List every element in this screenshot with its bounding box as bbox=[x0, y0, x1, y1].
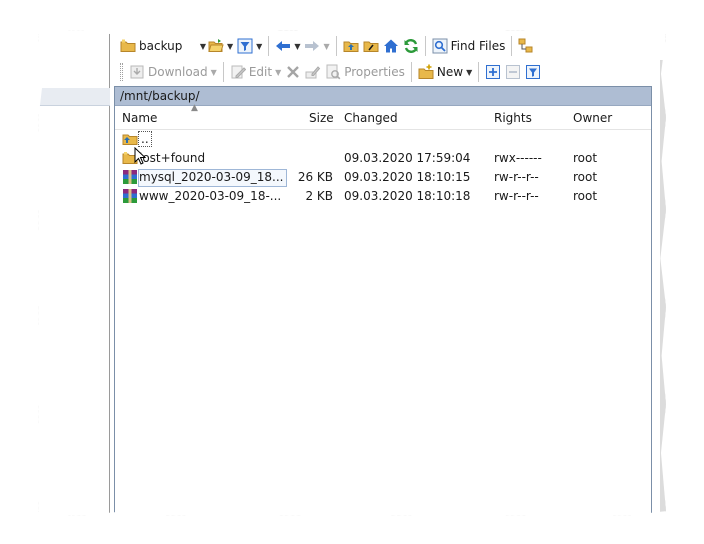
file-rights: rw-r--r-- bbox=[494, 189, 539, 203]
tree-view-button[interactable] bbox=[516, 35, 536, 57]
mouse-cursor-icon bbox=[134, 146, 147, 168]
local-pane-path-bar bbox=[38, 88, 110, 106]
delete-button[interactable] bbox=[283, 61, 303, 83]
path-combo[interactable]: backup ▼ bbox=[118, 36, 206, 56]
chevron-down-icon[interactable]: ▼ bbox=[466, 68, 472, 77]
archive-icon bbox=[122, 188, 138, 204]
toolbar-separator bbox=[511, 36, 513, 56]
parent-directory-button[interactable] bbox=[341, 35, 361, 57]
toolbar-grip[interactable] bbox=[120, 63, 123, 81]
toolbar-separator bbox=[222, 62, 224, 82]
file-name: .. bbox=[138, 131, 152, 147]
column-header-owner[interactable]: Owner bbox=[573, 111, 612, 125]
file-name: www_2020-03-09_18-... bbox=[139, 189, 282, 203]
properties-button[interactable]: Properties bbox=[323, 61, 407, 83]
chevron-down-icon[interactable]: ▼ bbox=[227, 42, 233, 51]
chevron-down-icon[interactable]: ▼ bbox=[256, 42, 262, 51]
path-combo-label: backup bbox=[139, 39, 183, 53]
edit-icon bbox=[230, 64, 246, 80]
new-button[interactable]: New ▼ bbox=[416, 61, 474, 83]
window-frame: backup ▼ ▼ ▼ ▼ ▼ Find Files Download ▼ E… bbox=[38, 30, 666, 516]
table-row[interactable]: mysql_2020-03-09_18... 26 KB 09.03.2020 … bbox=[115, 168, 651, 187]
sort-ascending-icon: ▲ bbox=[191, 103, 198, 113]
file-rights: rwx------ bbox=[494, 151, 542, 165]
back-button[interactable]: ▼ bbox=[273, 35, 302, 57]
new-folder-icon bbox=[418, 64, 434, 80]
file-rights: rw-r--r-- bbox=[494, 170, 539, 184]
refresh-button[interactable] bbox=[401, 35, 421, 57]
edit-label: Edit bbox=[248, 65, 273, 79]
minus-box-icon bbox=[505, 64, 521, 80]
delete-icon bbox=[285, 64, 301, 80]
rename-button[interactable] bbox=[303, 61, 323, 83]
table-row[interactable]: lost+found 09.03.2020 17:59:04 rwx------… bbox=[115, 149, 651, 168]
unselect-files-button[interactable] bbox=[503, 61, 523, 83]
toolbar-separator bbox=[478, 62, 480, 82]
home-icon bbox=[383, 38, 399, 54]
rename-icon bbox=[305, 64, 321, 80]
file-size: 2 KB bbox=[305, 189, 333, 203]
local-pane bbox=[38, 30, 110, 516]
file-name: lost+found bbox=[139, 151, 206, 165]
toolbar-separator bbox=[410, 62, 412, 82]
file-name: mysql_2020-03-09_18... bbox=[138, 169, 288, 187]
file-owner: root bbox=[573, 189, 598, 203]
parent-folder-icon bbox=[122, 131, 138, 147]
chevron-down-icon[interactable]: ▼ bbox=[323, 42, 329, 51]
filter-icon bbox=[237, 38, 253, 54]
edit-button[interactable]: Edit ▼ bbox=[228, 61, 283, 83]
file-changed: 09.03.2020 18:10:15 bbox=[344, 170, 471, 184]
find-files-button[interactable]: Find Files bbox=[430, 35, 508, 57]
toolbar-separator bbox=[268, 36, 270, 56]
download-button[interactable]: Download ▼ bbox=[127, 61, 219, 83]
filter-button[interactable]: ▼ bbox=[235, 35, 264, 57]
chevron-down-icon[interactable]: ▼ bbox=[294, 42, 300, 51]
find-files-label: Find Files bbox=[450, 39, 506, 53]
navigation-toolbar: backup ▼ ▼ ▼ ▼ ▼ Find Files bbox=[118, 33, 536, 59]
root-directory-button[interactable] bbox=[361, 35, 381, 57]
file-size: 26 KB bbox=[297, 170, 333, 184]
table-row[interactable]: www_2020-03-09_18-... 2 KB 09.03.2020 18… bbox=[115, 187, 651, 206]
select-files-button[interactable] bbox=[483, 61, 503, 83]
filter-files-button[interactable] bbox=[523, 61, 543, 83]
column-header-name[interactable]: Name bbox=[122, 111, 157, 125]
file-owner: root bbox=[573, 170, 598, 184]
forward-button[interactable]: ▼ bbox=[302, 35, 331, 57]
open-directory-button[interactable]: ▼ bbox=[206, 35, 235, 57]
file-changed: 09.03.2020 18:10:18 bbox=[344, 189, 471, 203]
file-owner: root bbox=[573, 151, 598, 165]
file-toolbar: Download ▼ Edit ▼ Properties New ▼ bbox=[118, 59, 543, 85]
download-icon bbox=[129, 64, 145, 80]
column-header-rights[interactable]: Rights bbox=[494, 111, 532, 125]
tree-icon bbox=[518, 38, 534, 54]
find-files-icon bbox=[432, 38, 448, 54]
arrow-left-icon bbox=[275, 38, 291, 54]
refresh-icon bbox=[403, 38, 419, 54]
chevron-down-icon[interactable]: ▼ bbox=[275, 68, 281, 77]
column-header-size[interactable]: Size bbox=[309, 111, 334, 125]
remote-file-panel: /mnt/backup/ Name ▲ Size Changed Rights … bbox=[114, 86, 652, 516]
plus-box-icon bbox=[485, 64, 501, 80]
toolbar-separator bbox=[335, 36, 337, 56]
table-row[interactable]: .. bbox=[115, 130, 651, 149]
filter-box-icon bbox=[525, 64, 541, 80]
toolbar-separator bbox=[424, 36, 426, 56]
download-label: Download bbox=[148, 65, 208, 79]
new-label: New bbox=[436, 65, 464, 79]
parent-folder-icon bbox=[343, 38, 359, 54]
root-folder-icon bbox=[363, 38, 379, 54]
properties-label: Properties bbox=[344, 65, 405, 79]
chevron-down-icon[interactable]: ▼ bbox=[211, 68, 217, 77]
properties-icon bbox=[325, 64, 341, 80]
home-directory-button[interactable] bbox=[381, 35, 401, 57]
folder-icon bbox=[120, 38, 136, 54]
file-list-header: Name ▲ Size Changed Rights Owner bbox=[115, 103, 651, 130]
column-header-changed[interactable]: Changed bbox=[344, 111, 398, 125]
archive-icon bbox=[122, 169, 138, 185]
window-edge bbox=[660, 60, 666, 516]
file-changed: 09.03.2020 17:59:04 bbox=[344, 151, 471, 165]
open-folder-icon bbox=[208, 38, 224, 54]
arrow-right-icon bbox=[304, 38, 320, 54]
